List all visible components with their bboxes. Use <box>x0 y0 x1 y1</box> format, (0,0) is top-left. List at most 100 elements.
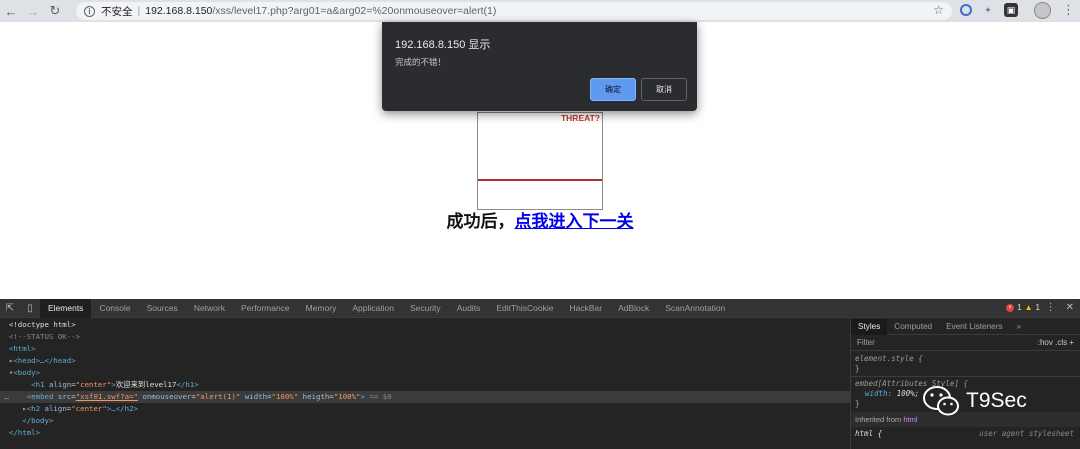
dom-line-embed-selected[interactable]: … <embed src="xsf01.swf?a=" onmouseover=… <box>0 391 850 403</box>
rule2-val: 100%; <box>896 389 920 398</box>
h1-val: "center" <box>75 380 112 389</box>
ua-stylesheet-label: user agent stylesheet <box>979 429 1074 438</box>
devtools-tabbar: ⇱ ▯ Elements Console Sources Network Per… <box>0 298 1080 318</box>
selected-marker: == $0 <box>369 392 392 401</box>
styles-pane: Styles Computed Event Listeners » Filter… <box>850 318 1080 449</box>
tab-adblock[interactable]: AdBlock <box>610 299 657 318</box>
security-separator: | <box>137 5 141 17</box>
watermark: T9Sec <box>922 385 1027 417</box>
h2-open: <h2 <box>26 404 45 413</box>
embed-width-attr: width <box>244 392 268 401</box>
comment-text: <!--STATUS OK--> <box>8 332 81 341</box>
back-arrow-icon[interactable]: ← <box>0 0 22 22</box>
inherited-tag[interactable]: html <box>903 415 917 424</box>
url-path: /xss/level17.php?arg01=a&arg02=%20onmous… <box>212 5 497 17</box>
tab-audits[interactable]: Audits <box>449 299 489 318</box>
rule2-prop: width <box>865 389 888 398</box>
alert-ok-button[interactable]: 确定 <box>590 78 636 101</box>
dom-line-doctype[interactable]: <!doctype html> <box>0 319 850 331</box>
dom-line-h1[interactable]: <h1 align="center">欢迎来到level17</h1> <box>0 379 850 391</box>
inherited-label: Inherited from <box>855 415 902 424</box>
tab-scanannotation[interactable]: ScanAnnotation <box>657 299 733 318</box>
alert-cancel-button[interactable]: 取消 <box>641 78 687 101</box>
dom-line-head[interactable]: ▸<head>…</head> <box>0 355 850 367</box>
tab-network[interactable]: Network <box>186 299 233 318</box>
flash-embed[interactable]: THREAT? <box>477 112 603 210</box>
warning-count: 1 <box>1035 303 1040 312</box>
h1-close: </h1> <box>176 380 199 389</box>
embed-src-attr: src <box>57 392 72 401</box>
extension-box-icon[interactable]: ▣ <box>1004 3 1018 17</box>
next-level-link[interactable]: 点我进入下一关 <box>515 212 634 231</box>
tab-computed[interactable]: Computed <box>887 319 939 335</box>
url-host: 192.168.8.150 <box>145 5 213 17</box>
rule1-selector: element.style { <box>855 354 923 363</box>
more-tabs-icon[interactable]: » <box>1010 319 1029 335</box>
profile-avatar[interactable] <box>1034 2 1051 19</box>
tab-console[interactable]: Console <box>91 299 138 318</box>
inspect-element-icon[interactable]: ⇱ <box>0 299 20 318</box>
filter-placeholder: Filter <box>857 338 875 347</box>
dom-line-html[interactable]: <html> <box>0 343 850 355</box>
console-status[interactable]: × 1 ▲ 1 <box>1006 303 1040 312</box>
security-label: 不安全 <box>101 5 133 18</box>
h2-rest: …</h2> <box>111 404 138 413</box>
tab-hackbar[interactable]: HackBar <box>561 299 610 318</box>
browser-menu-icon[interactable]: ⋮ <box>1062 3 1075 17</box>
extension-circle-icon[interactable] <box>959 3 973 17</box>
heading-prefix: 成功后， <box>446 212 515 231</box>
tab-elements[interactable]: Elements <box>40 298 92 318</box>
body-close-tag: </body> <box>22 416 54 425</box>
html-close-tag: </html> <box>8 428 41 437</box>
tab-styles[interactable]: Styles <box>851 318 888 335</box>
tab-application[interactable]: Application <box>344 299 402 318</box>
dom-tree: <!doctype html> <!--STATUS OK--> <html> … <box>0 319 850 449</box>
embed-heigth-val: "100%" <box>333 392 361 401</box>
warning-icon: ▲ <box>1024 303 1033 312</box>
devtools-panel: ⇱ ▯ Elements Console Sources Network Per… <box>0 298 1080 449</box>
devtools-close-icon[interactable]: ✕ <box>1066 302 1074 313</box>
browser-toolbar: ← → ↻ i 不安全 | 192.168.8.150/xss/level17.… <box>0 0 1080 22</box>
dom-line-body-close[interactable]: </body> <box>0 415 850 427</box>
tab-sources[interactable]: Sources <box>139 299 186 318</box>
tab-memory[interactable]: Memory <box>298 299 345 318</box>
body-open-tag: <body> <box>13 368 41 377</box>
alert-message: 完成的不错！ <box>395 57 447 67</box>
embed-heigth-attr: heigth <box>302 392 330 401</box>
style-rule-element[interactable]: element.style { } <box>851 354 1080 374</box>
forward-arrow-icon[interactable]: → <box>22 0 44 22</box>
dom-line-html-close[interactable]: </html> <box>0 427 850 439</box>
styles-filter-input[interactable]: Filter :hov .cls + <box>851 335 1080 351</box>
address-bar[interactable]: i 不安全 | 192.168.8.150/xss/level17.php?ar… <box>76 2 952 20</box>
dom-line-comment[interactable]: <!--STATUS OK--> <box>0 331 850 343</box>
rule1-close: } <box>855 364 860 373</box>
device-toolbar-icon[interactable]: ▯ <box>20 299 40 318</box>
doctype-text: <!doctype html> <box>8 320 76 329</box>
style-rule-html[interactable]: html { user agent stylesheet <box>851 429 1080 439</box>
html-rule-selector: html { <box>855 429 883 438</box>
bookmark-star-icon[interactable]: ☆ <box>933 3 944 17</box>
error-count: 1 <box>1017 303 1022 312</box>
embed-src-val[interactable]: "xsf01.swf?a=" <box>76 392 138 401</box>
embed-threat-text: THREAT? <box>560 113 600 123</box>
h1-attr: align <box>48 380 72 389</box>
devtools-window-controls: ⋮ ✕ <box>1046 302 1074 313</box>
wechat-icon <box>923 386 959 416</box>
tab-performance[interactable]: Performance <box>233 299 298 318</box>
dom-line-body[interactable]: ▾<body> <box>0 367 850 379</box>
reload-icon[interactable]: ↻ <box>44 0 66 22</box>
info-icon[interactable]: i <box>84 5 95 17</box>
tab-security[interactable]: Security <box>402 299 449 318</box>
tab-event-listeners[interactable]: Event Listeners <box>939 319 1009 335</box>
devtools-menu-icon[interactable]: ⋮ <box>1046 302 1056 313</box>
filter-tools[interactable]: :hov .cls + <box>1038 335 1074 351</box>
next-level-heading: 成功后，点我进入下一关 <box>0 207 1080 232</box>
watermark-text: T9Sec <box>966 389 1027 412</box>
h1-text: 欢迎来到level17 <box>115 380 177 389</box>
extension-shield-icon[interactable]: ✦ <box>981 3 995 17</box>
dom-line-h2[interactable]: ▸<h2 align="center">…</h2> <box>0 403 850 415</box>
tab-editthiscookie[interactable]: EditThisCookie <box>488 299 561 318</box>
h1-open: <h1 <box>31 380 49 389</box>
error-icon: × <box>1006 303 1015 312</box>
embed-width-val: "100%" <box>271 392 299 401</box>
